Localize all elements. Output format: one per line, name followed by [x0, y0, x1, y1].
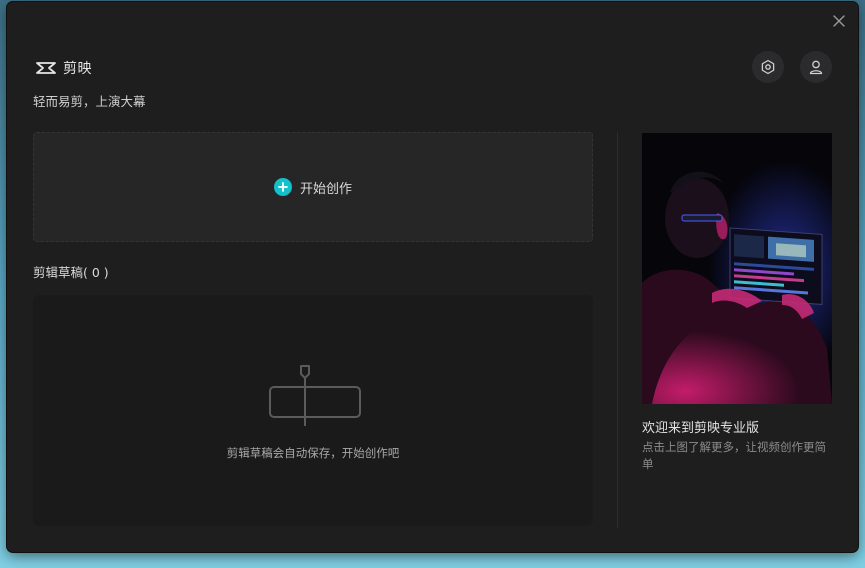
app-name: 剪映 [63, 61, 92, 77]
promo-description: 点击上图了解更多，让视频创作更简单 [642, 440, 826, 471]
hexagon-settings-icon [761, 59, 775, 75]
app-logo: 剪映 [35, 58, 92, 78]
plus-circle-icon [273, 178, 292, 196]
promo-title[interactable]: 欢迎来到剪映专业版 [642, 417, 759, 436]
settings-button[interactable] [752, 51, 784, 83]
empty-drafts-message: 剪辑草稿会自动保存，开始创作吧 [226, 446, 400, 460]
app-window: 剪映 轻而易剪，上演大幕 开始创作 剪辑草稿( 0 ) 剪辑草稿会自动保存，开始… [7, 2, 858, 552]
promo-image[interactable] [642, 133, 832, 404]
empty-drafts-illustration-icon [269, 365, 361, 426]
start-creation-button[interactable]: 开始创作 [33, 132, 593, 242]
vertical-divider [617, 132, 618, 528]
drafts-heading: 剪辑草稿( 0 ) [33, 265, 109, 280]
capcut-logo-icon [36, 62, 56, 74]
user-account-button[interactable] [800, 51, 832, 83]
start-creation-label: 开始创作 [299, 181, 352, 197]
drafts-panel: 剪辑草稿会自动保存，开始创作吧 [33, 295, 593, 526]
tagline: 轻而易剪，上演大幕 [33, 94, 146, 109]
close-icon [833, 15, 845, 27]
user-icon [809, 60, 823, 75]
close-button[interactable] [832, 13, 846, 27]
